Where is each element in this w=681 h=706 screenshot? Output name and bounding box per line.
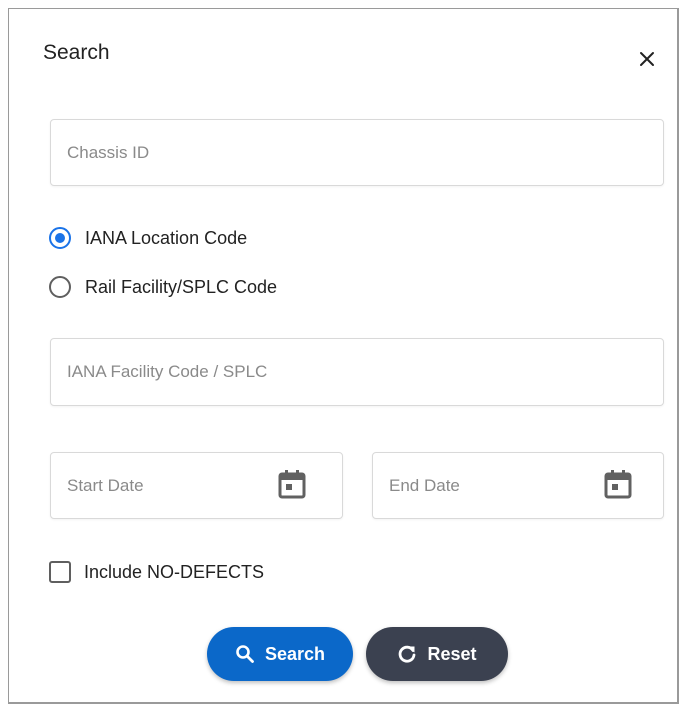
dialog-title: Search bbox=[43, 41, 110, 64]
start-date-calendar-button[interactable] bbox=[277, 468, 307, 500]
close-icon bbox=[640, 52, 654, 66]
radio-label-iana: IANA Location Code bbox=[85, 227, 248, 248]
radio-button-unchecked[interactable] bbox=[49, 276, 71, 298]
chassis-id-field bbox=[50, 119, 664, 186]
reset-button[interactable]: Reset bbox=[366, 627, 508, 681]
facility-code-field bbox=[50, 338, 664, 406]
end-date-field bbox=[372, 452, 664, 519]
include-no-defects-label: Include NO-DEFECTS bbox=[84, 561, 265, 582]
search-icon bbox=[236, 645, 254, 663]
radio-iana-location-code[interactable]: IANA Location Code bbox=[49, 224, 247, 252]
facility-code-input[interactable] bbox=[51, 339, 663, 405]
close-button[interactable] bbox=[635, 47, 659, 71]
radio-button-checked[interactable] bbox=[49, 227, 71, 249]
include-no-defects-toggle[interactable]: Include NO-DEFECTS bbox=[49, 558, 264, 586]
search-button-label: Search bbox=[264, 643, 326, 664]
include-no-defects-checkbox[interactable] bbox=[49, 561, 71, 583]
reset-icon bbox=[399, 645, 416, 663]
chassis-id-input[interactable] bbox=[51, 120, 663, 185]
search-button[interactable]: Search bbox=[207, 627, 353, 681]
calendar-icon bbox=[604, 470, 632, 499]
search-dialog: Search IANA Location Code Rail Facility/… bbox=[8, 8, 679, 704]
reset-button-label: Reset bbox=[427, 643, 477, 664]
calendar-icon bbox=[278, 470, 306, 499]
radio-label-rail-facility: Rail Facility/SPLC Code bbox=[85, 276, 278, 297]
radio-rail-facility-splc-code[interactable]: Rail Facility/SPLC Code bbox=[49, 273, 277, 301]
start-date-field bbox=[50, 452, 343, 519]
end-date-calendar-button[interactable] bbox=[603, 468, 633, 500]
